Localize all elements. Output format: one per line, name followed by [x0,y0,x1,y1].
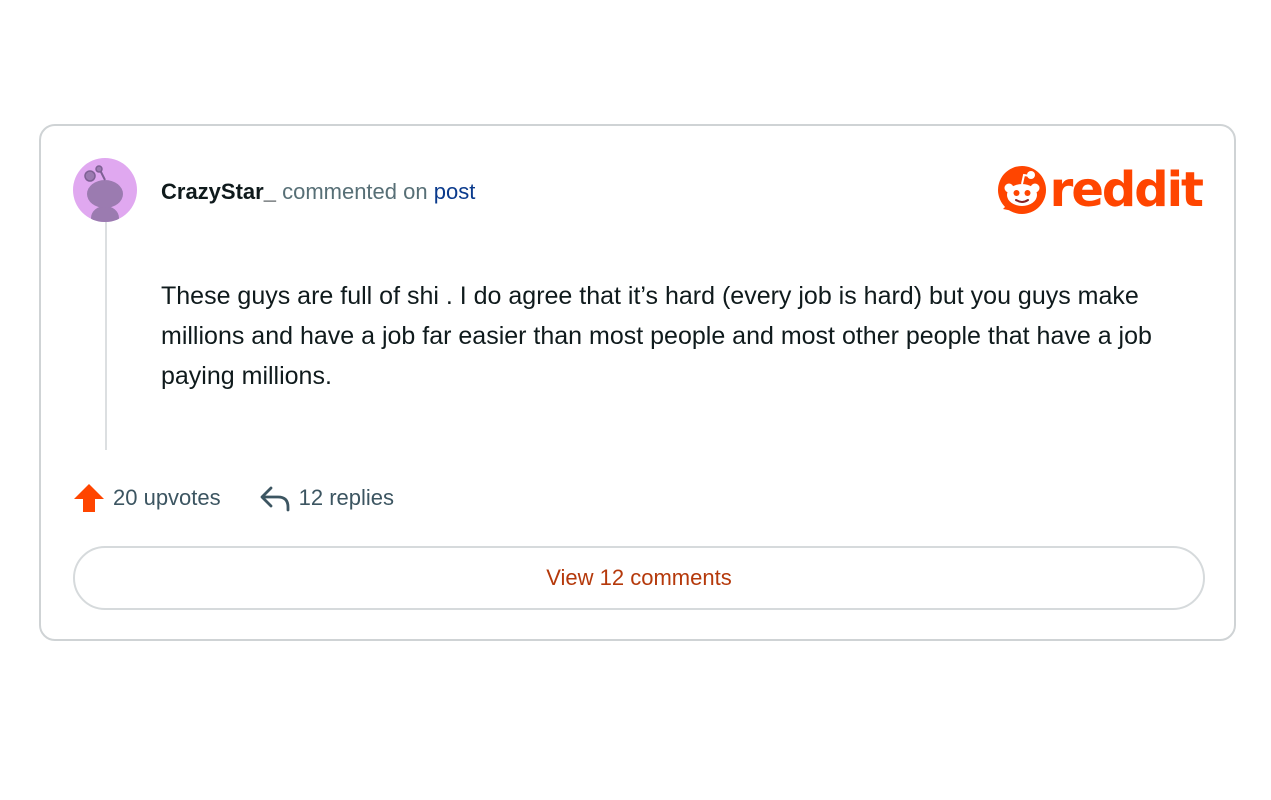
comment-card: CrazyStar_ commented on post reddit Thes… [39,124,1236,641]
reddit-wordmark: reddit [1049,162,1204,218]
view-comments-button[interactable]: View 12 comments [73,546,1205,610]
comment-header: CrazyStar_ commented on post [161,176,475,208]
upvote-arrow-icon [74,484,104,512]
replies-count: 12 replies [298,485,395,510]
upvote-button[interactable]: 20 upvotes [73,482,221,514]
comment-actions: 20 upvotes 12 replies [73,480,394,516]
reddit-logo: reddit [997,162,1204,218]
username[interactable]: CrazyStar_ [161,179,276,204]
snoo-avatar-icon [84,165,123,222]
upvotes-count: 20 upvotes [113,485,221,510]
reddit-snoo-icon [997,166,1046,214]
replies-button[interactable]: 12 replies [259,482,394,514]
user-avatar[interactable] [73,158,137,222]
comment-body: These guys are full of shi . I do agree … [161,282,1152,390]
thread-line [105,222,107,450]
reply-arrow-icon [260,486,290,512]
comment-action-text: commented on [282,179,428,204]
post-link[interactable]: post [434,179,476,204]
